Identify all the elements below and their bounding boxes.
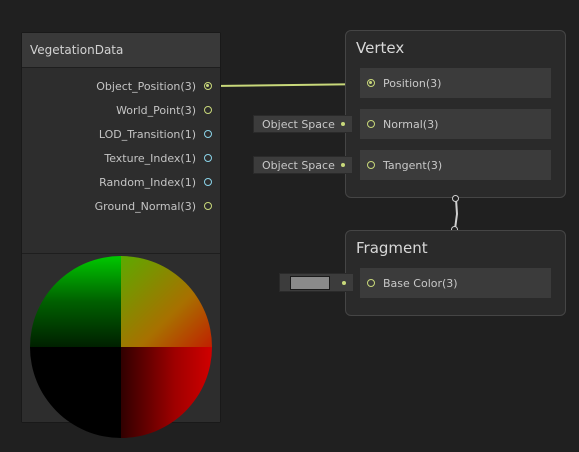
port-connector[interactable]	[367, 161, 375, 169]
port-connector[interactable]	[204, 106, 212, 114]
port-list: Object_Position(3) World_Point(3) LOD_Tr…	[22, 68, 220, 254]
space-label: Object Space	[262, 158, 335, 172]
input-connector	[342, 281, 346, 285]
preview-sphere	[30, 256, 212, 438]
port-connector[interactable]	[204, 202, 212, 210]
block-tangent[interactable]: Tangent(3)	[359, 149, 552, 181]
port-label: Random_Index(1)	[99, 175, 196, 189]
flow-edge-vertex-fragment	[454, 198, 459, 230]
port-random-index[interactable]: Random_Index(1)	[22, 170, 220, 194]
base-color-input[interactable]	[279, 273, 354, 292]
port-connector[interactable]	[367, 279, 375, 287]
port-label: World_Point(3)	[116, 103, 196, 117]
port-connector[interactable]	[204, 130, 212, 138]
port-connector[interactable]	[367, 79, 375, 87]
normal-space-input[interactable]: Object Space	[253, 115, 353, 133]
color-swatch[interactable]	[290, 276, 330, 290]
port-label: Object_Position(3)	[96, 79, 196, 93]
port-label: Ground_Normal(3)	[94, 199, 196, 213]
tangent-space-input[interactable]: Object Space	[253, 156, 353, 174]
port-label: LOD_Transition(1)	[98, 127, 196, 141]
port-label: Texture_Index(1)	[104, 151, 196, 165]
fragment-context[interactable]: Fragment Base Color(3)	[345, 230, 566, 316]
context-title: Fragment	[356, 239, 428, 257]
block-label: Position(3)	[383, 76, 442, 90]
block-label: Tangent(3)	[383, 158, 443, 172]
space-label: Object Space	[262, 117, 335, 131]
block-normal[interactable]: Normal(3)	[359, 108, 552, 140]
input-connector	[341, 163, 345, 167]
block-base-color[interactable]: Base Color(3)	[359, 267, 552, 299]
port-world-point[interactable]: World_Point(3)	[22, 98, 220, 122]
port-ground-normal[interactable]: Ground_Normal(3)	[22, 194, 220, 218]
context-title: Vertex	[356, 39, 405, 57]
block-position[interactable]: Position(3)	[359, 67, 552, 99]
port-connector[interactable]	[204, 154, 212, 162]
port-object-position[interactable]: Object_Position(3)	[22, 74, 220, 98]
port-texture-index[interactable]: Texture_Index(1)	[22, 146, 220, 170]
port-lod-transition[interactable]: LOD_Transition(1)	[22, 122, 220, 146]
block-label: Base Color(3)	[383, 276, 458, 290]
graph-canvas[interactable]: VegetationData Object_Position(3) World_…	[0, 0, 579, 452]
vertex-context[interactable]: Vertex Position(3) Normal(3) Tangent(3)	[345, 30, 566, 198]
node-title: VegetationData	[22, 33, 220, 68]
port-connector[interactable]	[204, 82, 212, 90]
node-preview	[22, 256, 220, 438]
block-label: Normal(3)	[383, 117, 439, 131]
vegetation-data-node[interactable]: VegetationData Object_Position(3) World_…	[21, 32, 221, 438]
port-connector[interactable]	[367, 120, 375, 128]
port-connector[interactable]	[204, 178, 212, 186]
input-connector	[341, 122, 345, 126]
vertex-flow-out[interactable]	[452, 195, 459, 202]
